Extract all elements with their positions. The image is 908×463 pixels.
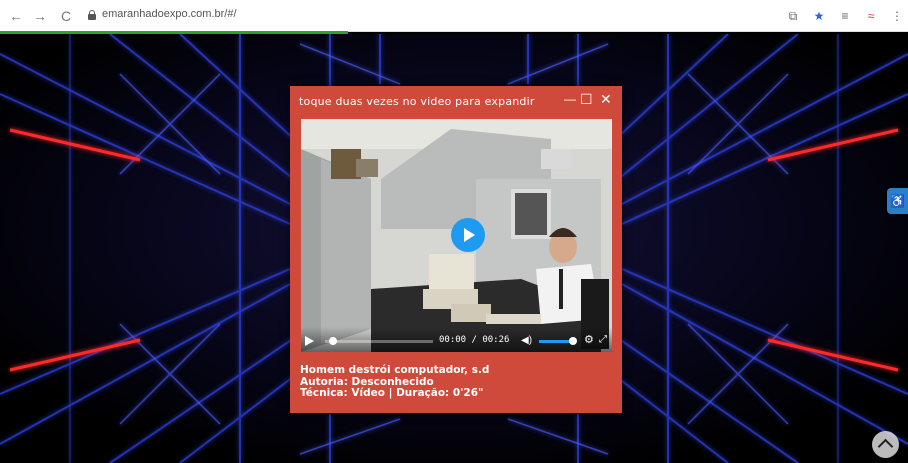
address-bar[interactable]: emaranhadoexpo.com.br/#/ xyxy=(102,8,237,20)
caption-title: Homem destrói computador, s.d xyxy=(300,364,490,376)
maximize-button[interactable]: ☐ xyxy=(580,90,593,108)
play-icon[interactable] xyxy=(305,336,314,346)
extension-icon[interactable]: ≈ xyxy=(864,9,878,23)
lock-icon[interactable] xyxy=(88,10,96,20)
forward-button[interactable]: → xyxy=(32,8,48,24)
progress-handle[interactable] xyxy=(329,337,337,345)
reload-button[interactable]: C xyxy=(58,8,74,24)
back-button[interactable]: ← xyxy=(8,8,24,24)
video-controls: 00:00 / 00:26 ◀) ⚙ ⤢ xyxy=(301,327,612,352)
volume-icon[interactable]: ◀) xyxy=(521,335,532,346)
popup-title: toque duas vezes no video para expandir xyxy=(299,95,535,108)
caption-technique: Técnica: Vídeo | Duração: 0'26" xyxy=(300,387,484,399)
volume-slider[interactable] xyxy=(539,340,573,343)
star-icon[interactable]: ★ xyxy=(812,9,826,23)
scroll-to-top-button[interactable] xyxy=(872,431,899,458)
menu-icon[interactable]: ⋮ xyxy=(890,9,904,23)
minimize-button[interactable]: — xyxy=(564,90,576,108)
gear-icon[interactable]: ⚙ xyxy=(584,333,594,346)
time-display: 00:00 / 00:26 xyxy=(439,335,510,345)
fullscreen-icon[interactable]: ⤢ xyxy=(599,334,607,345)
play-overlay-button[interactable] xyxy=(451,218,485,252)
close-button[interactable]: ✕ xyxy=(600,90,612,108)
volume-handle[interactable] xyxy=(569,337,577,345)
browser-toolbar: ← → C emaranhadoexpo.com.br/#/ ⧉ ★ ≡ ≈ ⋮ xyxy=(0,0,908,34)
video-player[interactable]: 00:00 / 00:26 ◀) ⚙ ⤢ xyxy=(301,119,612,352)
video-popup: toque duas vezes no video para expandir … xyxy=(290,86,622,413)
reading-list-icon[interactable]: ≡ xyxy=(838,9,852,23)
progress-bar[interactable] xyxy=(325,340,433,343)
artwork-caption: Homem destrói computador, s.d Autoria: D… xyxy=(300,364,490,400)
translate-icon[interactable]: ⧉ xyxy=(786,9,800,23)
toolbar-extensions: ⧉ ★ ≡ ≈ ⋮ xyxy=(786,7,904,25)
accessibility-button[interactable]: ♿ xyxy=(887,188,908,214)
